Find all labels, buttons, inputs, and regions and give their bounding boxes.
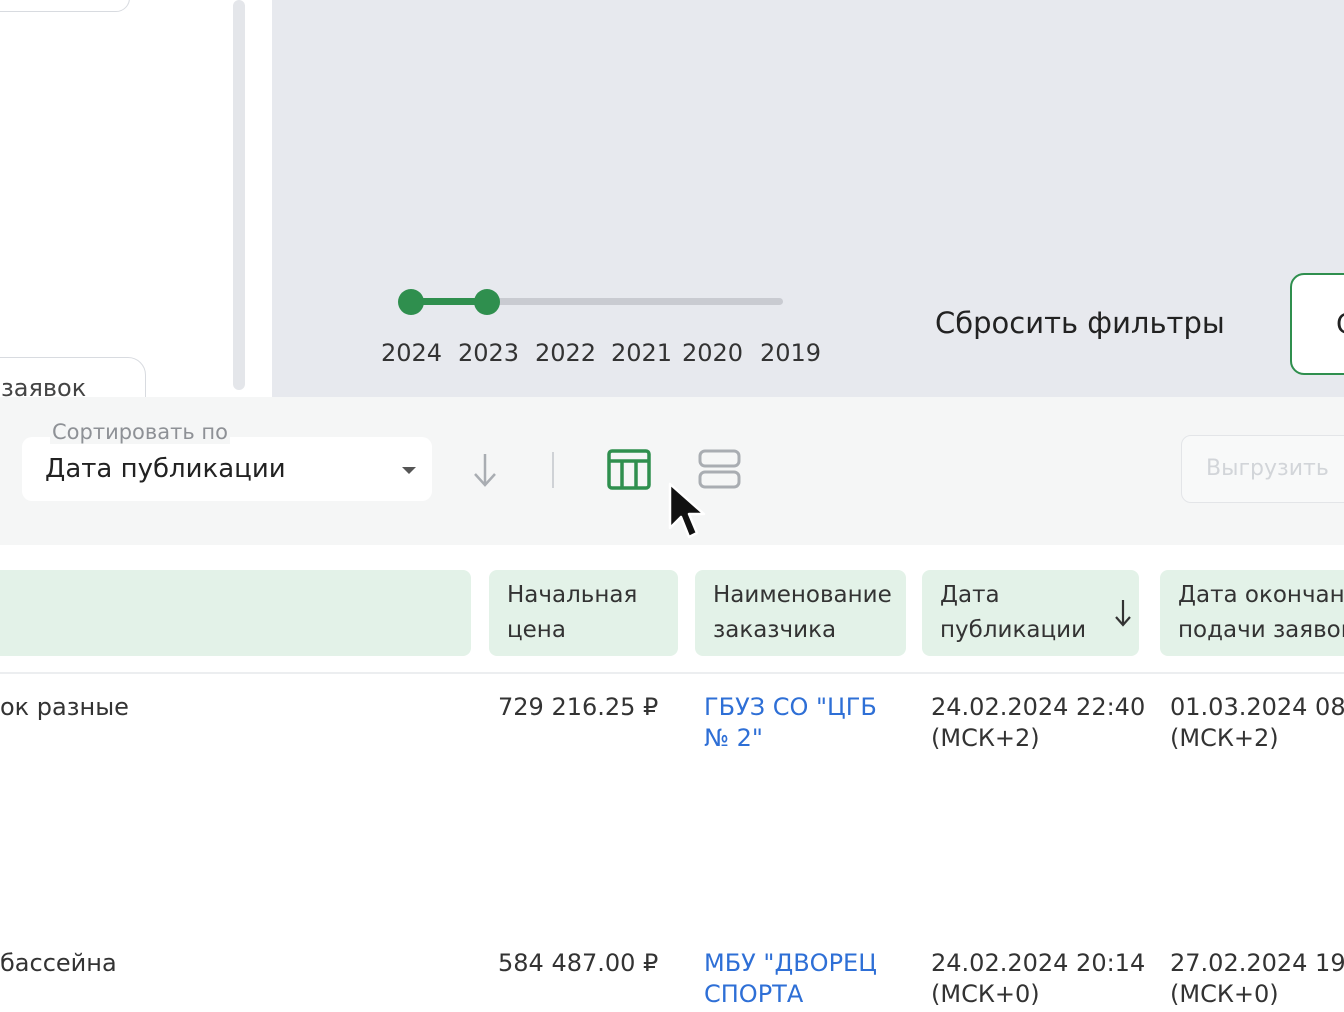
column-header-line: заказчика [713,617,837,643]
filter-chip[interactable] [0,0,130,12]
column-header-line: Дата [940,582,1000,608]
filter-area: заявок 2024 2023 2022 2021 2020 2019 Сбр… [0,0,1344,429]
column-header-customer[interactable]: Наименование заказчика [695,570,906,656]
arrow-down-icon[interactable] [469,450,501,490]
row-1-deadline: 01.03.2024 08:00 (МСК+2) [1170,692,1344,754]
scrollbar[interactable] [233,0,245,390]
row-2-publication-date: 24.02.2024 20:14 (МСК+0) [931,948,1145,1010]
filter-left-panel: заявок [0,0,272,429]
year-label-2023[interactable]: 2023 [458,339,519,367]
column-header-publication-date[interactable]: Дата публикации [922,570,1139,656]
reset-filters-button[interactable]: Сбросить фильтры [935,306,1225,340]
row-1-name[interactable]: ок разные [0,692,129,723]
sort-select-value[interactable]: Дата публикации [45,454,286,484]
mouse-cursor-icon [668,482,706,539]
row-1-price: 729 216.25 ₽ [498,693,659,721]
year-label-2022[interactable]: 2022 [535,339,596,367]
row-1-customer-link[interactable]: ГБУЗ СО "ЦГБ № 2" [704,692,877,754]
timezone-line: (МСК+0) [931,980,1040,1008]
date-line: 24.02.2024 22:40 [931,693,1146,721]
row-2-name[interactable]: бассейна [0,948,117,979]
column-header-deadline[interactable]: Дата окончания подачи заявок [1160,570,1344,656]
date-line: 01.03.2024 08:00 [1170,693,1344,721]
caret-down-icon[interactable] [402,467,416,474]
toolbar-divider [552,452,554,488]
table-header-divider [0,672,1344,674]
column-header-name[interactable] [0,570,471,656]
date-line: 27.02.2024 19:00 [1170,949,1344,977]
year-label-2021[interactable]: 2021 [611,339,672,367]
apply-filters-button[interactable]: С [1290,273,1344,375]
column-header-line: подачи заявок [1178,617,1344,643]
export-button-label: Выгрузить [1206,456,1329,481]
column-header-line: Дата окончания [1178,582,1344,608]
year-label-2020[interactable]: 2020 [682,339,743,367]
timezone-line: (МСК+0) [1170,980,1279,1008]
row-2-deadline: 27.02.2024 19:00 (МСК+0) [1170,948,1344,1010]
customer-line: ГБУЗ СО "ЦГБ [704,693,877,721]
timezone-line: (МСК+2) [931,724,1040,752]
year-slider-handle-end[interactable] [474,289,500,315]
sort-arrow-down-icon[interactable] [1112,598,1134,628]
year-label-2024[interactable]: 2024 [381,339,442,367]
row-2-customer-link[interactable]: МБУ "ДВОРЕЦ СПОРТА [704,948,877,1010]
customer-line: № 2" [704,724,763,752]
column-header-line: публикации [940,617,1087,643]
sort-select-label: Сортировать по [50,420,231,444]
customer-line: СПОРТА [704,980,804,1008]
customer-line: МБУ "ДВОРЕЦ [704,949,877,977]
year-slider-handle-start[interactable] [398,289,424,315]
column-header-line: цена [507,617,566,643]
column-header-line: Начальная [507,582,638,608]
export-button[interactable]: Выгрузить [1181,435,1344,503]
row-1-publication-date: 24.02.2024 22:40 (МСК+2) [931,692,1145,754]
column-header-line: Наименование [713,582,892,608]
row-2-price: 584 487.00 ₽ [498,949,659,977]
date-line: 24.02.2024 20:14 [931,949,1146,977]
apply-filters-label: С [1336,307,1344,340]
table-view-icon[interactable] [606,448,652,492]
year-label-2019[interactable]: 2019 [760,339,821,367]
column-header-start-price[interactable]: Начальная цена [489,570,678,656]
timezone-line: (МСК+2) [1170,724,1279,752]
